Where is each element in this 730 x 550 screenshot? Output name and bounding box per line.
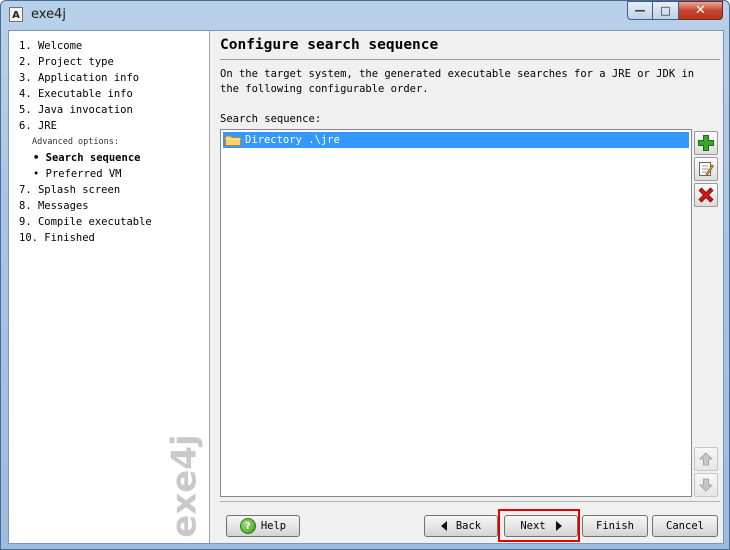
minimize-button[interactable]: — [627, 1, 653, 20]
back-button-label: Back [455, 520, 482, 532]
advanced-options-caption: Advanced options: [32, 137, 119, 147]
page-description: On the target system, the generated exec… [220, 68, 695, 95]
title-bar[interactable]: A exe4j — □ ✕ [1, 1, 729, 29]
search-sequence-entry[interactable]: Directory .\jre [223, 132, 689, 148]
close-icon: ✕ [695, 3, 706, 18]
step-messages[interactable]: 8. Messages [19, 198, 152, 214]
search-sequence-label: Search sequence: [220, 113, 322, 125]
arrow-up-icon [699, 452, 713, 466]
entry-label: Directory .\jre [245, 134, 340, 146]
step-compile-executable[interactable]: 9. Compile executable [19, 214, 152, 230]
step-welcome[interactable]: 1. Welcome [19, 38, 152, 54]
main-panel: Configure search sequence On the target … [210, 31, 723, 543]
finish-button-label: Finish [596, 520, 634, 532]
add-entry-button[interactable] [694, 131, 718, 155]
help-button[interactable]: ? Help [226, 515, 300, 537]
minimize-icon: — [634, 4, 646, 17]
plus-icon [698, 135, 714, 151]
title-divider [220, 59, 720, 60]
back-button[interactable]: Back [424, 515, 498, 537]
maximize-icon: □ [660, 4, 671, 17]
step-java-invocation[interactable]: 5. Java invocation [19, 102, 152, 118]
page-title: Configure search sequence [220, 37, 439, 53]
wizard-steps-sidebar: 1. Welcome 2. Project type 3. Applicatio… [9, 31, 210, 543]
red-x-icon [698, 187, 714, 203]
step-executable-info[interactable]: 4. Executable info [19, 86, 152, 102]
move-up-button[interactable] [694, 447, 718, 471]
wizard-client-area: 1. Welcome 2. Project type 3. Applicatio… [8, 30, 724, 544]
app-icon[interactable]: A [9, 7, 23, 22]
back-arrow-icon [440, 521, 447, 531]
step-application-info[interactable]: 3. Application info [19, 70, 152, 86]
help-icon: ? [239, 518, 256, 534]
app-window: A exe4j — □ ✕ 1. Welcome 2. Project type… [0, 0, 730, 550]
cancel-button-label: Cancel [666, 520, 704, 532]
edit-icon [699, 162, 715, 176]
step-search-sequence[interactable]: • Search sequence [19, 150, 152, 166]
step-splash-screen[interactable]: 7. Splash screen [19, 182, 152, 198]
folder-icon [225, 135, 241, 146]
step-finished[interactable]: 10. Finished [19, 230, 152, 246]
move-down-button[interactable] [694, 473, 718, 497]
window-controls: — □ ✕ [627, 1, 723, 21]
close-button[interactable]: ✕ [679, 1, 723, 20]
step-preferred-vm[interactable]: • Preferred VM [19, 166, 152, 182]
buttons-divider [220, 501, 720, 502]
search-sequence-list[interactable]: Directory .\jre [220, 129, 692, 497]
next-button-highlight [498, 509, 580, 542]
step-jre[interactable]: 6. JRE [19, 118, 152, 134]
arrow-down-icon [699, 478, 713, 492]
help-button-label: Help [260, 520, 287, 532]
steps-list: 1. Welcome 2. Project type 3. Applicatio… [19, 38, 152, 246]
svg-text:exe4j: exe4j [165, 434, 205, 537]
window-title: exe4j [31, 7, 66, 22]
finish-button[interactable]: Finish [582, 515, 648, 537]
cancel-button[interactable]: Cancel [652, 515, 718, 537]
remove-entry-button[interactable] [694, 183, 718, 207]
maximize-button[interactable]: □ [653, 1, 679, 20]
exe4j-watermark-logo: exe4j [165, 434, 205, 537]
step-project-type[interactable]: 2. Project type [19, 54, 152, 70]
edit-entry-button[interactable] [694, 157, 718, 181]
